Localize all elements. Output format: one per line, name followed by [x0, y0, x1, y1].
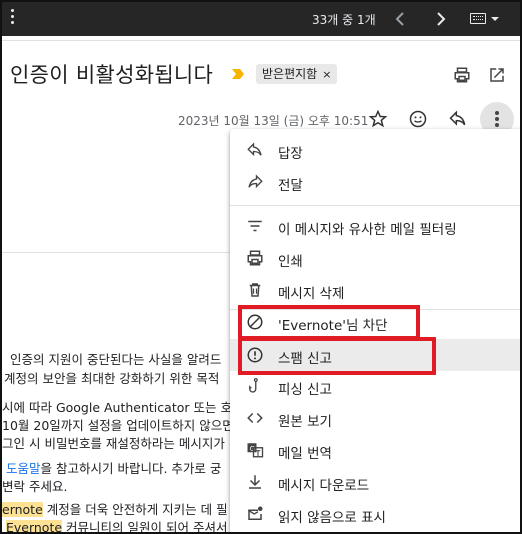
open-new-window-icon[interactable] [488, 66, 506, 84]
menu-item-print[interactable]: 인쇄 [230, 242, 520, 274]
menu-item-label: 원본 보기 [278, 414, 332, 430]
menu-separator [230, 205, 520, 206]
screenshot-frame: 33개 중 1개 인증이 비활성화됩니다 받은편지함 × 2023년 10월 13… [0, 0, 522, 534]
menu-item-show-original[interactable]: 원본 보기 [230, 402, 520, 434]
email-date: 2023년 10월 13일 (금) 오후 10:51 [178, 114, 369, 128]
menu-item-label: 메시지 다운로드 [278, 478, 370, 494]
menu-item-label: 이 메시지와 유사한 메일 필터링 [278, 222, 457, 238]
brand-highlight-2: Evernote [5, 520, 63, 534]
menu-item-filter[interactable]: 이 메시지와 유사한 메일 필터링 [230, 210, 520, 242]
more-vert-icon[interactable] [10, 7, 16, 29]
inbox-label-text: 받은편지함 [262, 67, 318, 81]
trash-icon [249, 283, 261, 297]
menu-item-translate[interactable]: G 메일 번역 [230, 434, 520, 466]
menu-item-label: 읽지 않음으로 표시 [278, 510, 386, 526]
brand-highlight: ernote [2, 502, 43, 517]
reply-icon[interactable] [448, 109, 468, 129]
email-subject: 인증이 비활성화됩니다 [10, 63, 214, 87]
body-line: 시에 따라 Google Authenticator 또는 호환 [2, 400, 244, 415]
body-line-brand2: ·Evernote 커뮤니티의 일원이 되어 주셔서 [2, 517, 228, 534]
body-line: 그인 시 비밀번호를 재설정하라는 메시지가 [2, 436, 225, 451]
menu-item-label: 전달 [278, 178, 303, 194]
menu-item-label: 인쇄 [278, 254, 303, 270]
download-icon [249, 475, 261, 489]
menu-item-reply[interactable]: 답장 [230, 134, 520, 166]
chevron-right-icon[interactable] [429, 7, 453, 31]
forward-icon [248, 174, 263, 189]
body-line: 계정의 보안을 최대한 강화하기 위한 목적 [4, 371, 220, 386]
chevron-left-icon[interactable] [388, 7, 412, 31]
menu-item-label: 답장 [278, 146, 303, 162]
annotation-highlight-block [238, 305, 420, 340]
inbox-label-chip: 받은편지함 × [256, 64, 338, 84]
body-line-text: 계정을 더욱 안전하게 지키는 데 필 [46, 502, 228, 517]
filter-icon [248, 220, 262, 232]
reply-icon [247, 142, 262, 157]
add-reaction-icon[interactable] [408, 109, 428, 129]
menu-item-label: 메시지 삭제 [278, 286, 345, 302]
menu-item-mark-unread[interactable]: 읽지 않음으로 표시 [230, 498, 520, 530]
body-line-help: ·도움말을 참고하시기 바랍니다. 추가로 궁 [5, 461, 222, 476]
divider [2, 252, 230, 253]
keyboard-icon[interactable] [470, 13, 486, 24]
help-link[interactable]: 도움말 [6, 461, 41, 476]
star-icon[interactable] [368, 109, 388, 129]
top-toolbar: 33개 중 1개 [2, 2, 520, 36]
menu-item-label: 메일 번역 [278, 446, 332, 462]
print-icon [247, 250, 263, 266]
menu-item-label: 피싱 신고 [278, 382, 332, 398]
phishing-hook-icon [249, 378, 258, 393]
code-icon [247, 412, 263, 424]
translate-icon: G [247, 443, 264, 458]
menu-item-delete[interactable]: 메시지 삭제 [230, 274, 520, 306]
caret-down-icon[interactable] [491, 17, 499, 21]
menu-item-download[interactable]: 메시지 다운로드 [230, 466, 520, 498]
body-line: 10월 20일까지 설정을 업데이트하지 않으면 [2, 418, 234, 433]
annotation-highlight-spam [238, 337, 436, 375]
divider [2, 40, 520, 41]
remove-label-button[interactable]: × [322, 68, 331, 81]
message-count: 33개 중 1개 [312, 13, 376, 27]
svg-text:G: G [250, 445, 255, 453]
body-line-text: 커뮤니티의 일원이 되어 주셔서 [66, 520, 228, 534]
menu-item-forward[interactable]: 전달 [230, 166, 520, 198]
body-line-brand: ernote 계정을 더욱 안전하게 지키는 데 필 [2, 499, 228, 518]
body-line: 인증의 지원이 중단된다는 사실을 알려드 [10, 352, 222, 367]
important-marker-icon[interactable] [232, 69, 244, 79]
print-all-icon[interactable] [452, 66, 472, 84]
body-line: 변락 주세요. [2, 479, 68, 494]
mark-unread-icon [247, 506, 263, 520]
